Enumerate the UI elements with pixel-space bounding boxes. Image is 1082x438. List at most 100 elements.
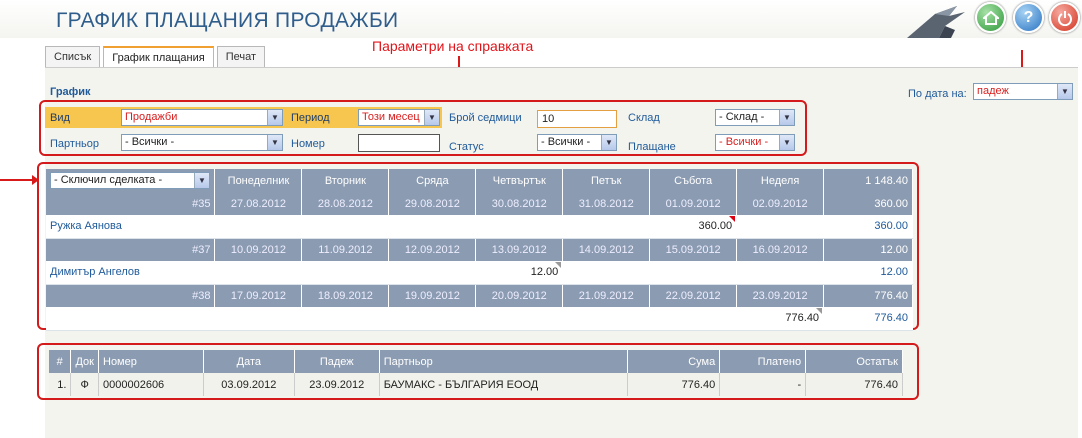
- chevron-down-icon: ▼: [779, 110, 794, 125]
- day-header: Вторник: [301, 169, 390, 192]
- document-cell: 23.09.2012: [294, 373, 380, 396]
- tab-bar: Списък График плащания Печат: [45, 46, 268, 68]
- day-header: Петък: [562, 169, 651, 192]
- tab-print[interactable]: Печат: [216, 46, 266, 67]
- nomer-input[interactable]: [358, 134, 440, 152]
- question-icon: ?: [1023, 8, 1034, 26]
- row-sum[interactable]: 12.00: [823, 261, 913, 285]
- chevron-down-icon: ▼: [194, 173, 209, 188]
- week-date: 13.09.2012: [475, 238, 564, 261]
- day-amount[interactable]: 360.00: [649, 215, 738, 239]
- week-date: 29.08.2012: [388, 192, 477, 215]
- grand-total: 1 148.40: [823, 169, 913, 192]
- day-amount: [562, 261, 651, 285]
- row-sum[interactable]: 776.40: [823, 307, 913, 331]
- status-label: Статус: [449, 141, 484, 153]
- column-header: Док: [70, 350, 99, 373]
- day-amount: [562, 307, 651, 331]
- schedule-header-row: - Сключил сделката - ▼ Понеделник Вторник Ср…: [46, 169, 913, 192]
- home-icon: [982, 10, 999, 25]
- chevron-down-icon: ▼: [424, 110, 439, 125]
- tab-list[interactable]: Списък: [45, 46, 101, 67]
- period-select[interactable]: Този месец ▼: [358, 109, 440, 126]
- week-row: #35 27.08.2012 28.08.2012 29.08.2012 30.08.2…: [46, 192, 913, 215]
- week-number: #37: [46, 238, 216, 261]
- week-date: 22.09.2012: [649, 284, 738, 307]
- day-amount[interactable]: 12.00: [475, 261, 564, 285]
- document-row[interactable]: 1. Ф 0000002606 03.09.2012 23.09.2012 БАУМАКС…: [49, 373, 903, 396]
- document-cell: 776.40: [805, 373, 903, 396]
- week-total: 12.00: [823, 238, 913, 261]
- week-row: #37 10.09.2012 11.09.2012 12.09.2012 13.09.2…: [46, 238, 913, 261]
- period-label: Период: [291, 112, 330, 124]
- day-header: Четвъртък: [475, 169, 564, 192]
- partner-select[interactable]: - Всички - ▼: [121, 134, 283, 151]
- day-amount: [388, 307, 477, 331]
- week-number: #38: [46, 284, 216, 307]
- group-by-value: - Сключил сделката -: [54, 174, 163, 186]
- plashtane-label: Плащане: [628, 141, 676, 153]
- day-amount: [301, 307, 390, 331]
- week-date: 23.09.2012: [736, 284, 825, 307]
- day-amount: [301, 261, 390, 285]
- week-date: 10.09.2012: [214, 238, 303, 261]
- week-date: 27.08.2012: [214, 192, 303, 215]
- day-header: Понеделник: [214, 169, 303, 192]
- sklad-label: Склад: [628, 112, 660, 124]
- note-marker-icon: [816, 308, 823, 314]
- row-sum[interactable]: 360.00: [823, 215, 913, 239]
- week-date: 02.09.2012: [736, 192, 825, 215]
- help-button[interactable]: ?: [1013, 2, 1044, 33]
- document-cell: БАУМАКС - БЪЛГАРИЯ ЕООД: [379, 373, 629, 396]
- day-amount: [388, 261, 477, 285]
- status-select[interactable]: - Всички - ▼: [537, 134, 617, 151]
- vid-label: Вид: [50, 112, 70, 124]
- group-select-cell: - Сключил сделката - ▼: [46, 169, 216, 192]
- day-amount: [475, 307, 564, 331]
- documents-table: # Док Номер Дата Падеж Партньор Сума Платено Ост…: [49, 350, 903, 396]
- week-date: 18.09.2012: [301, 284, 390, 307]
- by-date-label: По дата на:: [908, 88, 967, 100]
- tab-payment-schedule[interactable]: График плащания: [103, 46, 214, 68]
- week-date: 01.09.2012: [649, 192, 738, 215]
- schedule-row: 776.40 776.40: [46, 307, 913, 331]
- vid-select[interactable]: Продажби ▼: [121, 109, 283, 126]
- column-header: Дата: [203, 350, 295, 373]
- week-date: 12.09.2012: [388, 238, 477, 261]
- documents-header-row: # Док Номер Дата Падеж Партньор Сума Платено Ост…: [49, 350, 903, 373]
- partner-name[interactable]: Ружка Аянова: [46, 215, 216, 239]
- document-cell: 0000002606: [98, 373, 204, 396]
- document-cell: 1.: [49, 373, 72, 396]
- week-date: 16.09.2012: [736, 238, 825, 261]
- day-amount: [214, 307, 303, 331]
- day-header: Събота: [649, 169, 738, 192]
- logout-button[interactable]: [1049, 2, 1080, 33]
- week-row: #38 17.09.2012 18.09.2012 19.09.2012 20.09.2…: [46, 284, 913, 307]
- day-amount[interactable]: 776.40: [736, 307, 825, 331]
- document-cell: -: [719, 373, 807, 396]
- partner-name[interactable]: Димитър Ангелов: [46, 261, 216, 285]
- app-header: ГРАФИК ПЛАЩАНИЯ ПРОДАЖБИ ?: [0, 0, 1082, 38]
- chevron-down-icon: ▼: [1057, 84, 1072, 99]
- column-header: Падеж: [294, 350, 380, 373]
- plashtane-select[interactable]: - Всички - ▼: [715, 134, 795, 151]
- home-button[interactable]: [975, 2, 1006, 33]
- week-date: 28.08.2012: [301, 192, 390, 215]
- weeks-input[interactable]: 10: [537, 110, 617, 128]
- document-cell: Ф: [70, 373, 99, 396]
- day-amount: [475, 215, 564, 239]
- week-date: 14.09.2012: [562, 238, 651, 261]
- column-header: Номер: [98, 350, 204, 373]
- params-annotation: Параметри на справката: [372, 38, 534, 54]
- sklad-select[interactable]: - Склад - ▼: [715, 109, 795, 126]
- day-amount: [649, 261, 738, 285]
- week-date: 20.09.2012: [475, 284, 564, 307]
- partner-label: Партньор: [50, 138, 99, 150]
- partner-name[interactable]: [46, 307, 216, 331]
- group-by-select[interactable]: - Сключил сделката - ▼: [50, 172, 210, 189]
- day-amount: [649, 307, 738, 331]
- column-header: Партньор: [379, 350, 629, 373]
- annotation-arrow: [0, 175, 39, 185]
- by-date-select[interactable]: падеж ▼: [973, 83, 1073, 100]
- week-date: 15.09.2012: [649, 238, 738, 261]
